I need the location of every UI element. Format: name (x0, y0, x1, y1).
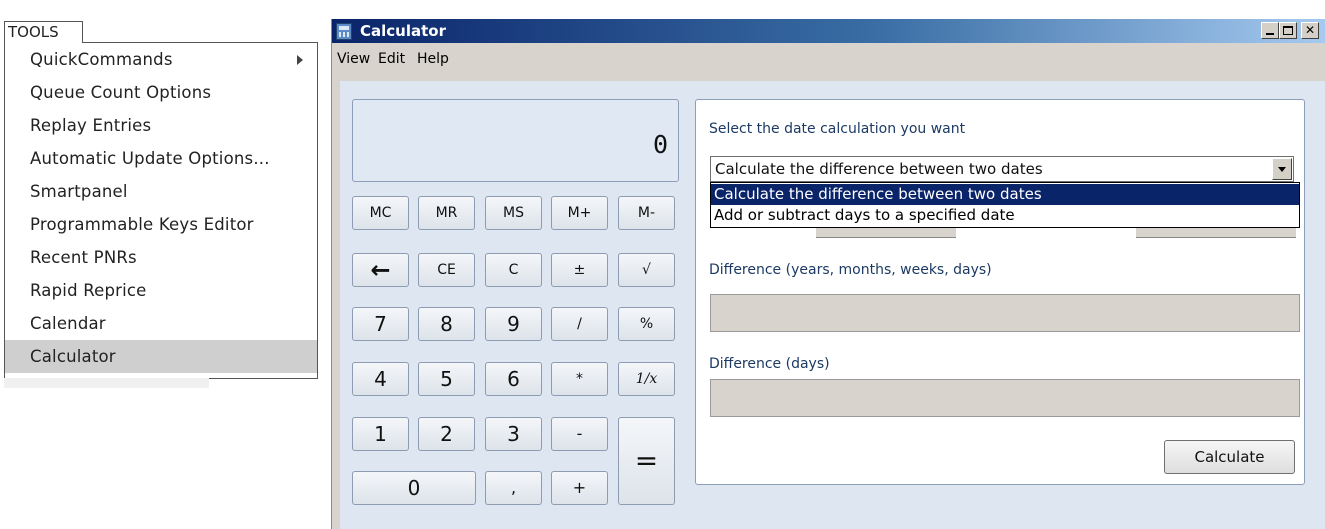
ms-button[interactable]: MS (485, 196, 542, 230)
tools-menu-header[interactable]: TOOLS (4, 21, 83, 43)
close-icon: ✕ (1304, 23, 1316, 37)
tools-menu: QuickCommands Queue Count Options Replay… (4, 42, 318, 379)
digit-0-button[interactable]: 0 (352, 471, 476, 505)
menu-help[interactable]: Help (417, 51, 449, 67)
digit-3-button[interactable]: 3 (485, 417, 542, 451)
mr-button[interactable]: MR (418, 196, 475, 230)
digit-9-button[interactable]: 9 (485, 307, 542, 341)
select-calculation-label: Select the date calculation you want (709, 121, 966, 137)
window-title: Calculator (360, 22, 446, 40)
menu-item-calendar[interactable]: Calendar (5, 307, 317, 340)
menu-bar: View Edit Help (332, 43, 1325, 81)
title-bar[interactable]: Calculator ✕ (332, 19, 1325, 43)
multiply-button[interactable]: * (551, 362, 608, 396)
m-plus-button[interactable]: M+ (551, 196, 608, 230)
digit-6-button[interactable]: 6 (485, 362, 542, 396)
backspace-button[interactable]: ← (352, 253, 409, 287)
add-button[interactable]: + (551, 471, 608, 505)
menu-item-replay-entries[interactable]: Replay Entries (5, 109, 317, 142)
display-value: 0 (652, 130, 668, 159)
divide-button[interactable]: / (551, 307, 608, 341)
minimize-icon (1266, 33, 1274, 35)
dropdown-option-difference[interactable]: Calculate the difference between two dat… (711, 184, 1299, 205)
plus-minus-button[interactable]: ± (551, 253, 608, 287)
submenu-arrow-icon (297, 55, 303, 65)
close-button[interactable]: ✕ (1301, 22, 1319, 39)
display: 0 (352, 99, 679, 182)
calculate-button[interactable]: Calculate (1164, 440, 1295, 474)
difference-label: Difference (years, months, weeks, days) (709, 262, 992, 278)
sqrt-button[interactable]: √ (618, 253, 675, 287)
difference-days-label: Difference (days) (709, 356, 830, 372)
chevron-down-icon[interactable] (1272, 158, 1292, 180)
minimize-button[interactable] (1261, 22, 1279, 39)
menu-edit[interactable]: Edit (378, 51, 405, 67)
calculator-body: 0 MC MR MS M+ M- ← CE C ± √ 7 8 9 / % 4 … (340, 81, 1325, 529)
menu-view[interactable]: View (337, 51, 370, 67)
digit-7-button[interactable]: 7 (352, 307, 409, 341)
menu-item-recent-pnrs[interactable]: Recent PNRs (5, 241, 317, 274)
menu-item-queue-count-options[interactable]: Queue Count Options (5, 76, 317, 109)
maximize-button[interactable] (1279, 22, 1297, 39)
dropdown-option-add-subtract[interactable]: Add or subtract days to a specified date (711, 205, 1299, 226)
mc-button[interactable]: MC (352, 196, 409, 230)
reciprocal-button[interactable]: 1/x (618, 362, 675, 396)
c-button[interactable]: C (485, 253, 542, 287)
date-calculation-panel: Select the date calculation you want Cal… (695, 99, 1305, 485)
calculator-window: Calculator ✕ View Edit Help 0 MC MR MS M… (331, 19, 1325, 529)
digit-8-button[interactable]: 8 (418, 307, 475, 341)
percent-button[interactable]: % (618, 307, 675, 341)
maximize-icon (1283, 26, 1293, 35)
digit-1-button[interactable]: 1 (352, 417, 409, 451)
subtract-button[interactable]: - (551, 417, 608, 451)
calculation-mode-dropdown: Calculate the difference between two dat… (710, 182, 1300, 228)
difference-days-output (710, 379, 1300, 417)
menu-item-label: QuickCommands (30, 50, 173, 69)
menu-item-rapid-reprice[interactable]: Rapid Reprice (5, 274, 317, 307)
selected-mode-value: Calculate the difference between two dat… (715, 160, 1043, 178)
menu-item-quickcommands[interactable]: QuickCommands (5, 43, 317, 76)
menu-item-programmable-keys-editor[interactable]: Programmable Keys Editor (5, 208, 317, 241)
m-minus-button[interactable]: M- (618, 196, 675, 230)
calculator-icon (336, 23, 352, 40)
calculation-mode-select[interactable]: Calculate the difference between two dat… (710, 156, 1294, 182)
menu-item-automatic-update-options[interactable]: Automatic Update Options... (5, 142, 317, 175)
digit-4-button[interactable]: 4 (352, 362, 409, 396)
menu-item-smartpanel[interactable]: Smartpanel (5, 175, 317, 208)
difference-output (710, 294, 1300, 332)
digit-5-button[interactable]: 5 (418, 362, 475, 396)
menu-shadow (4, 378, 209, 388)
digit-2-button[interactable]: 2 (418, 417, 475, 451)
ce-button[interactable]: CE (418, 253, 475, 287)
decimal-button[interactable]: , (485, 471, 542, 505)
menu-item-calculator[interactable]: Calculator (5, 340, 317, 373)
equals-button[interactable]: = (618, 417, 675, 505)
